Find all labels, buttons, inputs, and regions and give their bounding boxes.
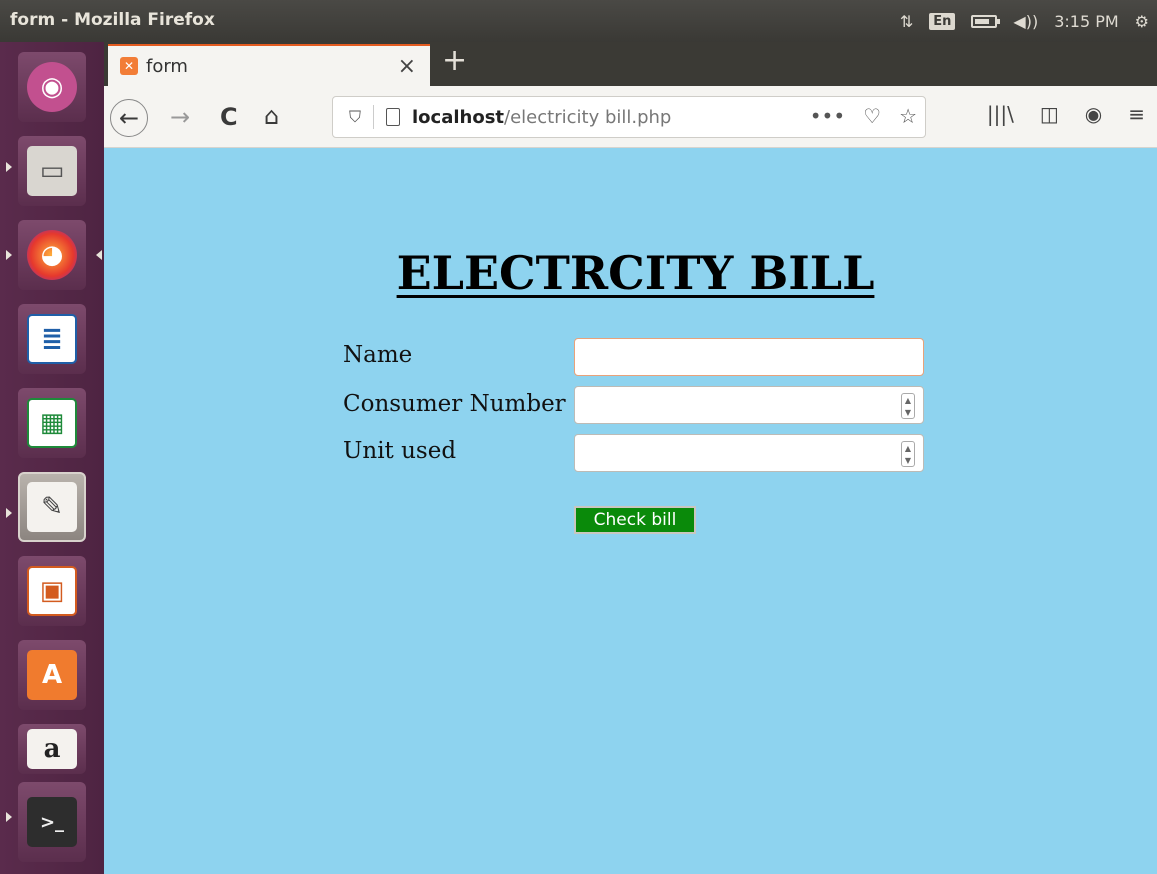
consumer-number-label: Consumer Number <box>343 391 566 417</box>
page-content: ELECTRCITY BILL Name Consumer Number ▲ ▼ … <box>104 148 1157 874</box>
check-bill-button[interactable]: Check bill <box>574 506 696 534</box>
software-center-bag-icon: A <box>27 650 77 700</box>
tab-title: form <box>146 55 188 77</box>
launcher-calc[interactable]: ▦ <box>18 388 86 458</box>
launcher-writer[interactable]: ≣ <box>18 304 86 374</box>
power-gear-icon[interactable]: ⚙ <box>1135 12 1149 31</box>
browser-tab-form[interactable]: ✕ form × <box>108 44 430 86</box>
system-tray: ⇅ En ◀)) 3:15 PM ⚙ <box>900 8 1149 34</box>
sidebar-icon[interactable]: ◫ <box>1040 102 1059 126</box>
launcher-impress[interactable]: ▣ <box>18 556 86 626</box>
window-title: form - Mozilla Firefox <box>10 10 215 30</box>
name-label: Name <box>343 342 413 368</box>
focused-indicator <box>96 250 102 260</box>
bookmark-star-icon[interactable]: ☆ <box>899 104 917 128</box>
url-host: localhost <box>412 106 505 128</box>
launcher-text-editor[interactable]: ✎ <box>18 472 86 542</box>
consumer-number-input[interactable]: ▲ ▼ <box>574 386 924 424</box>
hamburger-menu-icon[interactable]: ≡ <box>1128 102 1145 126</box>
keyboard-layout-indicator[interactable]: En <box>929 12 956 30</box>
reload-button[interactable]: C <box>220 105 238 129</box>
browser-tab-strip: ✕ form × + <box>104 42 1157 86</box>
amazon-icon: a <box>27 729 77 769</box>
writer-document-icon: ≣ <box>27 314 77 364</box>
launcher-ubuntu-dash[interactable]: ◉ <box>18 52 86 122</box>
browser-tools: |||\ ◫ ◉ ≡ <box>987 102 1145 126</box>
running-indicator <box>6 250 12 260</box>
running-indicator <box>6 162 12 172</box>
launcher-amazon[interactable]: a <box>18 724 86 774</box>
account-icon[interactable]: ◉ <box>1085 102 1102 126</box>
running-indicator <box>6 508 12 518</box>
running-indicator <box>6 812 12 822</box>
new-tab-button[interactable]: + <box>442 46 467 76</box>
unit-used-label: Unit used <box>343 438 457 464</box>
close-tab-icon[interactable]: × <box>398 54 416 79</box>
url-text[interactable]: localhost/electricity bill.php <box>412 107 671 128</box>
launcher-firefox[interactable]: ◕ <box>18 220 86 290</box>
system-top-panel: form - Mozilla Firefox ⇅ En ◀)) 3:15 PM … <box>0 0 1157 42</box>
calc-spreadsheet-icon: ▦ <box>27 398 77 448</box>
stepper-down-icon[interactable]: ▼ <box>905 408 911 417</box>
launcher-software-center[interactable]: A <box>18 640 86 710</box>
url-bar[interactable]: ⛉ localhost/electricity bill.php ••• ♡ ☆ <box>332 96 926 138</box>
launcher-terminal[interactable]: >_ <box>18 782 86 862</box>
launcher-files[interactable]: ▭ <box>18 136 86 206</box>
unit-used-stepper[interactable]: ▲ ▼ <box>901 441 915 467</box>
files-cabinet-icon: ▭ <box>27 146 77 196</box>
unit-used-input[interactable]: ▲ ▼ <box>574 434 924 472</box>
network-arrows-icon[interactable]: ⇅ <box>900 12 913 31</box>
firefox-icon: ◕ <box>27 230 77 280</box>
ubuntu-logo-icon: ◉ <box>27 62 77 112</box>
browser-nav-toolbar: ← → C ⌂ ⛉ localhost/electricity bill.php… <box>104 86 1157 148</box>
pocket-icon[interactable]: ♡ <box>863 104 881 128</box>
page-info-icon[interactable] <box>386 108 401 126</box>
clock[interactable]: 3:15 PM <box>1054 12 1118 31</box>
unity-launcher: ◉ ▭ ◕ ≣ ▦ ✎ ▣ A a >_ <box>0 42 104 874</box>
name-input[interactable] <box>574 338 924 376</box>
stepper-down-icon[interactable]: ▼ <box>905 456 911 465</box>
forward-button[interactable]: → <box>170 105 190 129</box>
battery-icon[interactable] <box>971 14 1001 28</box>
text-editor-pencil-icon: ✎ <box>27 482 77 532</box>
home-button[interactable]: ⌂ <box>264 104 279 128</box>
url-separator <box>373 105 375 129</box>
impress-presentation-icon: ▣ <box>27 566 77 616</box>
tracking-shield-icon[interactable]: ⛉ <box>349 107 361 127</box>
stepper-up-icon[interactable]: ▲ <box>905 444 911 453</box>
consumer-number-stepper[interactable]: ▲ ▼ <box>901 393 915 419</box>
back-button[interactable]: ← <box>110 99 148 137</box>
page-heading: ELECTRCITY BILL <box>396 246 875 300</box>
terminal-icon: >_ <box>27 797 77 847</box>
xampp-favicon-icon: ✕ <box>120 57 138 75</box>
url-path: /electricity bill.php <box>504 106 672 128</box>
url-actions: ••• ♡ ☆ <box>810 104 917 128</box>
page-actions-more-icon[interactable]: ••• <box>810 104 845 128</box>
library-icon[interactable]: |||\ <box>987 102 1014 126</box>
volume-icon[interactable]: ◀)) <box>1013 12 1038 31</box>
stepper-up-icon[interactable]: ▲ <box>905 396 911 405</box>
